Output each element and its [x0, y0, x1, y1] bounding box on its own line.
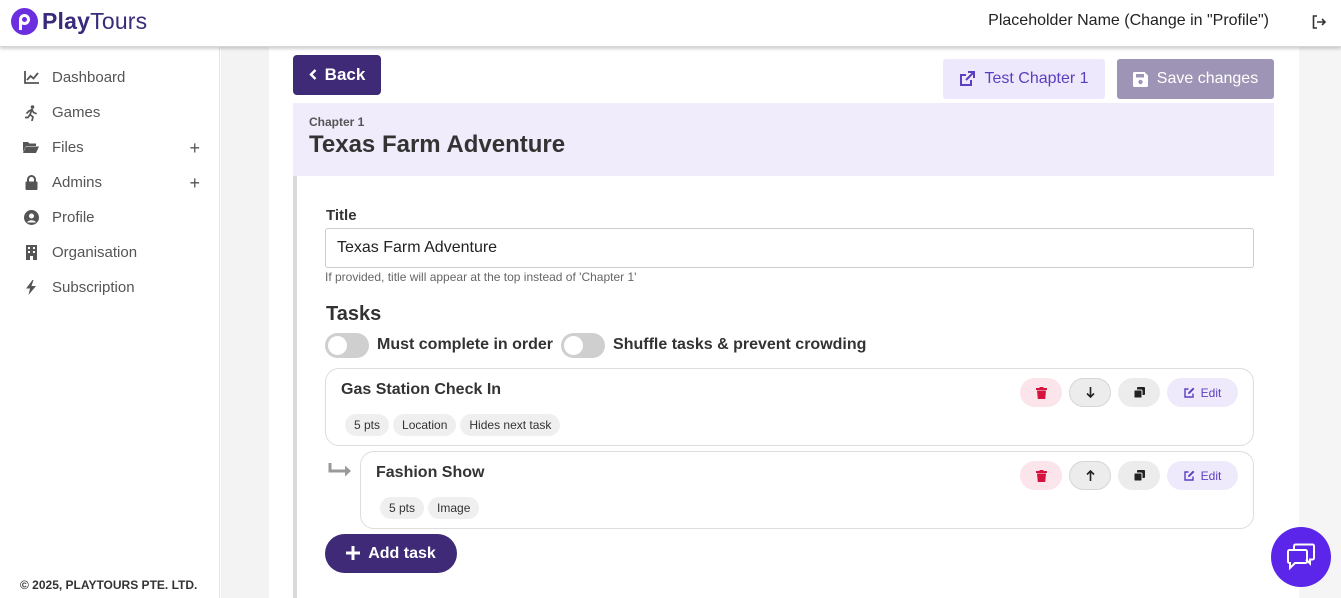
external-link-icon — [960, 71, 976, 86]
shuffle-tasks-label: Shuffle tasks & prevent crowding — [613, 336, 867, 353]
edit-label: Edit — [1200, 468, 1222, 483]
logo-pin-icon — [11, 8, 38, 35]
task-name: Gas Station Check In — [341, 381, 502, 398]
add-task-label: Add task — [368, 544, 436, 562]
shuffle-tasks-toggle[interactable] — [561, 332, 606, 358]
back-button-label: Back — [324, 65, 366, 84]
chapter-form: Title If provided, title will appear at … — [293, 176, 1274, 598]
save-changes-button[interactable]: Save changes — [1117, 59, 1274, 99]
move-up-button[interactable] — [1069, 461, 1111, 490]
copyright: © 2025, PLAYTOURS PTE. LTD. — [20, 578, 198, 592]
trash-icon — [1035, 469, 1047, 482]
save-icon — [1132, 71, 1148, 87]
edit-task-button[interactable]: Edit — [1167, 378, 1238, 407]
duplicate-task-button[interactable] — [1118, 378, 1160, 407]
sidebar-item-admins[interactable]: Admins + — [0, 165, 219, 200]
task-tags: 5 pts Location Hides next task — [345, 414, 564, 436]
sidebar-gutter — [221, 47, 269, 598]
task-options: Must complete in order Shuffle tasks & p… — [325, 332, 874, 358]
task-tag: 5 pts — [345, 414, 390, 436]
logo-text: PlayTours — [42, 8, 148, 34]
chevron-left-icon — [308, 68, 317, 83]
bolt-icon — [23, 280, 39, 296]
test-chapter-button[interactable]: Test Chapter 1 — [943, 59, 1105, 99]
sidebar-nav: Dashboard Games Files + Admins + Profile… — [0, 60, 219, 305]
plus-icon — [346, 545, 361, 563]
chart-line-icon — [23, 70, 39, 86]
running-icon — [23, 104, 39, 121]
expand-admins-icon[interactable]: + — [189, 174, 200, 192]
task-name: Fashion Show — [376, 464, 485, 481]
task-actions: Edit — [1013, 461, 1238, 490]
copy-icon — [1133, 387, 1145, 398]
title-label: Title — [326, 207, 357, 224]
arrow-down-icon — [1085, 387, 1095, 398]
sidebar-item-label: Profile — [52, 209, 95, 226]
task-tag: Location — [393, 414, 457, 436]
sub-task-arrow-icon — [328, 463, 351, 477]
chat-support-button[interactable] — [1271, 527, 1331, 587]
chapter-number: Chapter 1 — [309, 115, 365, 129]
chat-icon — [1287, 543, 1315, 571]
title-input[interactable] — [325, 228, 1254, 268]
edit-icon — [1183, 470, 1195, 481]
task-tag: Hides next task — [460, 414, 561, 436]
sidebar-item-organisation[interactable]: Organisation — [0, 235, 219, 270]
sidebar-item-subscription[interactable]: Subscription — [0, 270, 219, 305]
delete-task-button[interactable] — [1020, 461, 1062, 490]
main-content: Back Test Chapter 1 Save changes Chapter… — [269, 47, 1299, 598]
delete-task-button[interactable] — [1020, 378, 1062, 407]
folder-open-icon — [23, 140, 39, 156]
task-card[interactable]: Fashion Show 5 pts Image Edit — [360, 451, 1254, 529]
chapter-title: Texas Farm Adventure — [309, 131, 566, 158]
back-button[interactable]: Back — [293, 55, 381, 95]
task-tags: 5 pts Image — [380, 497, 483, 519]
save-changes-label: Save changes — [1156, 70, 1259, 87]
sidebar-item-label: Admins — [52, 174, 103, 191]
lock-icon — [23, 175, 39, 191]
edit-icon — [1183, 387, 1195, 398]
add-task-button[interactable]: Add task — [325, 534, 457, 573]
sidebar-item-label: Subscription — [52, 279, 135, 296]
arrow-up-icon — [1085, 470, 1095, 481]
duplicate-task-button[interactable] — [1118, 461, 1160, 490]
task-tag: 5 pts — [380, 497, 425, 519]
right-gutter — [1299, 47, 1341, 598]
test-chapter-label: Test Chapter 1 — [984, 70, 1089, 87]
user-name[interactable]: Placeholder Name (Change in "Profile") — [988, 12, 1269, 30]
sidebar-item-dashboard[interactable]: Dashboard — [0, 60, 219, 95]
expand-files-icon[interactable]: + — [189, 139, 200, 157]
sidebar: Dashboard Games Files + Admins + Profile… — [0, 47, 220, 598]
sidebar-item-label: Dashboard — [52, 69, 126, 86]
sidebar-item-label: Games — [52, 104, 101, 121]
user-circle-icon — [23, 210, 39, 226]
sidebar-item-games[interactable]: Games — [0, 95, 219, 130]
playtours-logo[interactable]: PlayTours — [11, 8, 147, 35]
title-help-text: If provided, title will appear at the to… — [325, 270, 637, 284]
trash-icon — [1035, 386, 1047, 399]
task-card[interactable]: Gas Station Check In 5 pts Location Hide… — [325, 368, 1254, 446]
must-complete-in-order-toggle[interactable] — [325, 332, 369, 358]
edit-label: Edit — [1200, 385, 1222, 400]
chapter-header: Chapter 1 Texas Farm Adventure — [293, 103, 1274, 176]
building-icon — [23, 245, 39, 261]
must-complete-in-order-label: Must complete in order — [377, 336, 554, 353]
task-actions: Edit — [1013, 378, 1238, 407]
logout-icon[interactable] — [1311, 14, 1327, 30]
sidebar-item-label: Organisation — [52, 244, 138, 261]
sidebar-item-label: Files — [52, 139, 84, 156]
sidebar-item-profile[interactable]: Profile — [0, 200, 219, 235]
top-bar: PlayTours Placeholder Name (Change in "P… — [0, 0, 1341, 47]
copy-icon — [1133, 470, 1145, 481]
move-down-button[interactable] — [1069, 378, 1111, 407]
task-tag: Image — [428, 497, 480, 519]
tasks-heading: Tasks — [326, 303, 382, 325]
sidebar-item-files[interactable]: Files + — [0, 130, 219, 165]
edit-task-button[interactable]: Edit — [1167, 461, 1238, 490]
